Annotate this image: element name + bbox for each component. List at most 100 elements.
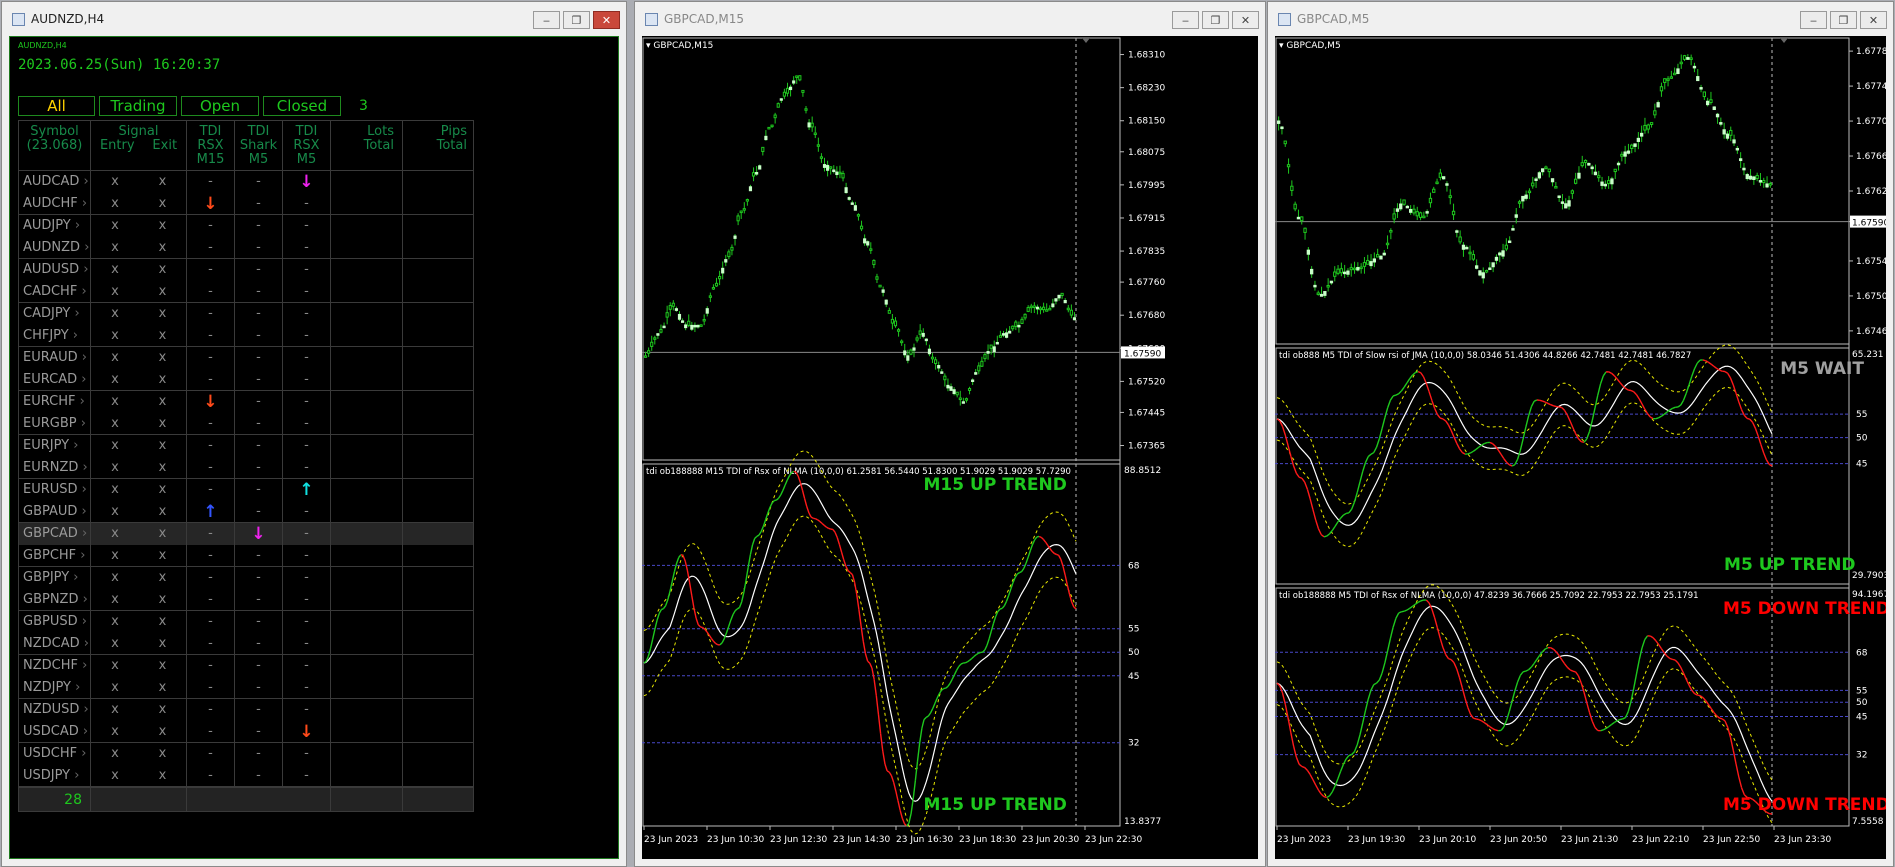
- expand-chevron-icon[interactable]: ›: [75, 394, 85, 409]
- lots-cell: [331, 743, 403, 765]
- minimize-button[interactable]: ‒: [533, 11, 560, 29]
- table-row[interactable]: EURCAD › x x - - -: [19, 369, 473, 391]
- expand-chevron-icon[interactable]: ›: [78, 196, 87, 211]
- expand-chevron-icon[interactable]: ›: [71, 680, 80, 695]
- maximize-button[interactable]: ❐: [1202, 11, 1229, 29]
- m5-candle: [1428, 197, 1433, 204]
- table-row[interactable]: CHFJPY › x x - - -: [19, 325, 473, 347]
- maximize-button[interactable]: ❐: [563, 11, 590, 29]
- table-row[interactable]: AUDCAD › x x - - ↓: [19, 171, 473, 193]
- table-row[interactable]: GBPAUD › x x ↑ - -: [19, 501, 473, 523]
- table-row[interactable]: CADCHF › x x - - -: [19, 281, 473, 303]
- table-row[interactable]: EURCHF › x x ↓ - -: [19, 391, 473, 413]
- pips-cell: [403, 215, 473, 237]
- expand-chevron-icon[interactable]: ›: [78, 658, 87, 673]
- table-row[interactable]: GBPCHF › x x - - -: [19, 545, 473, 567]
- table-row[interactable]: EURNZD › x x - - -: [19, 457, 473, 479]
- expand-chevron-icon[interactable]: ›: [79, 174, 89, 189]
- m15-tdi-rsi-segment: [978, 651, 981, 654]
- m5-candle: [1709, 99, 1713, 104]
- m5-symbol-label: ▾ GBPCAD,M5: [1279, 41, 1341, 51]
- expand-chevron-icon[interactable]: ›: [77, 416, 86, 431]
- maximize-button[interactable]: ❐: [1830, 11, 1857, 29]
- tab-all[interactable]: All: [18, 96, 95, 116]
- tab-closed[interactable]: Closed: [263, 96, 341, 116]
- tdi-rsx-m15-header-line3: M15: [196, 152, 225, 167]
- close-button[interactable]: ✕: [1860, 11, 1887, 29]
- expand-chevron-icon[interactable]: ›: [78, 482, 87, 497]
- m5-chart-svg[interactable]: 1.67785 1.67745 1.67705 1.67665 1.67625 1.675…: [1275, 36, 1886, 859]
- table-row[interactable]: EURAUD › x x - - -: [19, 347, 473, 369]
- expand-chevron-icon[interactable]: ›: [69, 438, 78, 453]
- table-row[interactable]: AUDJPY › x x - - -: [19, 215, 473, 237]
- expand-chevron-icon[interactable]: ›: [78, 350, 87, 365]
- close-button[interactable]: ✕: [593, 11, 620, 29]
- minimize-button[interactable]: ‒: [1172, 11, 1199, 29]
- expand-chevron-icon[interactable]: ›: [77, 504, 87, 519]
- m5-candle: [1643, 124, 1647, 131]
- expand-chevron-icon[interactable]: ›: [76, 548, 85, 563]
- expand-chevron-icon[interactable]: ›: [70, 768, 79, 783]
- expand-chevron-icon[interactable]: ›: [78, 526, 87, 541]
- tdi-rsx-m5-cell: -: [283, 193, 331, 214]
- chart-area-m5[interactable]: 1.67785 1.67745 1.67705 1.67665 1.67625 1.675…: [1275, 36, 1886, 859]
- tdi-shark-m5-cell: -: [235, 677, 283, 698]
- expand-chevron-icon[interactable]: ›: [69, 570, 78, 585]
- tdi-shark-m5-cell: -: [235, 237, 283, 258]
- m15-chart-svg[interactable]: 1.68310 1.68230 1.68150 1.68075 1.67995 1.679…: [642, 36, 1258, 859]
- window-titlebar[interactable]: GBPCAD,M15 ‒ ❐ ✕: [635, 2, 1265, 36]
- table-row[interactable]: EURJPY › x x - - -: [19, 435, 473, 457]
- expand-chevron-icon[interactable]: ›: [77, 284, 86, 299]
- window-titlebar[interactable]: GBPCAD,M5 ‒ ❐ ✕: [1268, 2, 1893, 36]
- expand-chevron-icon[interactable]: ›: [71, 218, 80, 233]
- table-row[interactable]: GBPJPY › x x - - -: [19, 567, 473, 589]
- expand-chevron-icon[interactable]: ›: [77, 746, 86, 761]
- tab-trading[interactable]: Trading: [99, 96, 177, 116]
- m15-candle: [1014, 321, 1018, 327]
- table-row[interactable]: NZDUSD › x x - - -: [19, 699, 473, 721]
- table-row[interactable]: NZDCHF › x x - - -: [19, 655, 473, 677]
- m5-candle: [1319, 293, 1324, 297]
- table-row[interactable]: AUDUSD › x x - - -: [19, 259, 473, 281]
- expand-chevron-icon[interactable]: ›: [79, 702, 89, 717]
- minimize-button[interactable]: ‒: [1800, 11, 1827, 29]
- tdi-shark-m5-cell: -: [235, 347, 283, 369]
- expand-chevron-icon[interactable]: ›: [79, 724, 88, 739]
- table-row[interactable]: NZDJPY › x x - - -: [19, 677, 473, 699]
- expand-chevron-icon[interactable]: ›: [78, 460, 88, 475]
- tdi-rsx-m5-cell: -: [283, 743, 331, 765]
- m5-candle: [1725, 133, 1730, 139]
- m5-tdi2-rsi-segment: [1420, 599, 1424, 602]
- table-row[interactable]: USDCHF › x x - - -: [19, 743, 473, 765]
- tdi-rsx-m15-cell: -: [187, 237, 235, 258]
- expand-chevron-icon[interactable]: ›: [69, 328, 78, 343]
- m15-tdi-rsi-segment: [815, 518, 818, 521]
- window-titlebar[interactable]: AUDNZD,H4 ‒ ❐ ✕: [2, 2, 626, 36]
- table-row[interactable]: AUDCHF › x x ↓ - -: [19, 193, 473, 215]
- table-row[interactable]: EURGBP › x x - - -: [19, 413, 473, 435]
- table-row[interactable]: GBPUSD › x x - - -: [19, 611, 473, 633]
- m5-candle: [1504, 244, 1509, 250]
- table-row[interactable]: USDJPY › x x - - -: [19, 765, 473, 787]
- close-button[interactable]: ✕: [1232, 11, 1259, 29]
- expand-chevron-icon[interactable]: ›: [77, 372, 86, 387]
- expand-chevron-icon[interactable]: ›: [80, 240, 89, 255]
- m5-candle: [1587, 162, 1591, 166]
- m15-candle: [887, 310, 891, 314]
- table-row[interactable]: GBPNZD › x x - - -: [19, 589, 473, 611]
- table-row[interactable]: GBPCAD › x x - ↓ -: [19, 523, 473, 545]
- chart-area-m15[interactable]: 1.68310 1.68230 1.68150 1.68075 1.67995 1.679…: [642, 36, 1258, 859]
- table-row[interactable]: AUDNZD › x x - - -: [19, 237, 473, 259]
- expand-chevron-icon[interactable]: ›: [79, 262, 88, 277]
- expand-chevron-icon[interactable]: ›: [80, 636, 89, 651]
- table-row[interactable]: CADJPY › x x - - -: [19, 303, 473, 325]
- expand-chevron-icon[interactable]: ›: [78, 592, 88, 607]
- expand-chevron-icon[interactable]: ›: [70, 306, 79, 321]
- table-row[interactable]: EURUSD › x x - - ↑: [19, 479, 473, 501]
- table-row[interactable]: NZDCAD › x x - - -: [19, 633, 473, 655]
- tab-open[interactable]: Open: [181, 96, 259, 116]
- table-row[interactable]: USDCAD › x x - - ↓: [19, 721, 473, 743]
- m15-candle: [684, 324, 688, 329]
- m5-candle: [1471, 254, 1476, 260]
- expand-chevron-icon[interactable]: ›: [78, 614, 87, 629]
